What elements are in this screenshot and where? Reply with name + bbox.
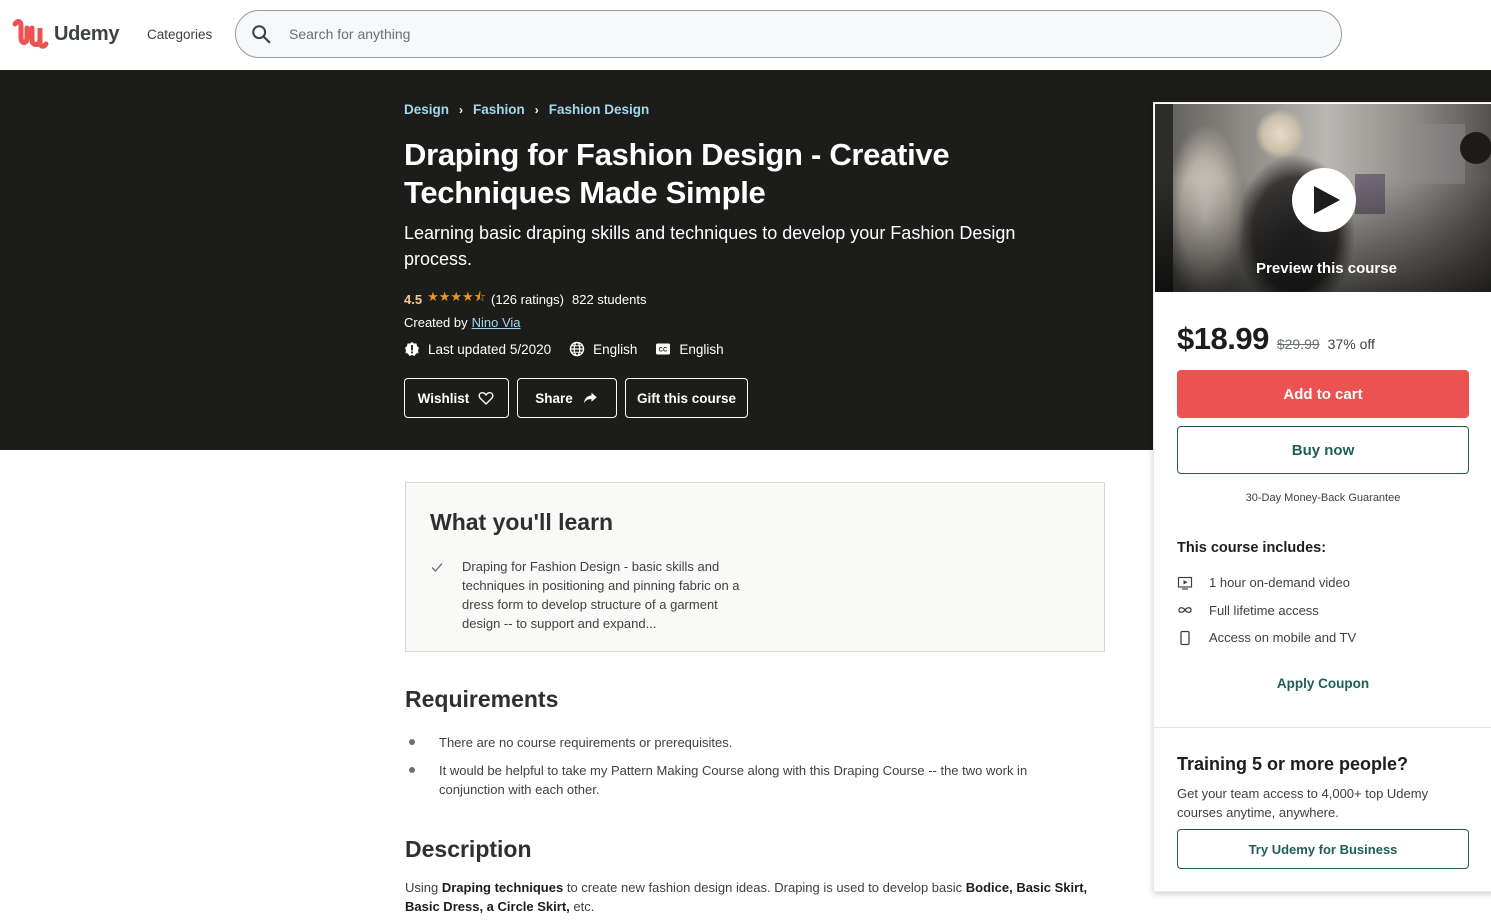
last-updated: Last updated 5/2020 — [404, 341, 551, 357]
requirement-text: It would be helpful to take my Pattern M… — [439, 763, 1028, 797]
description-text: Using Draping techniques to create new f… — [405, 878, 1105, 916]
globe-icon — [569, 341, 585, 357]
breadcrumb-fashion-design[interactable]: Fashion Design — [549, 102, 650, 117]
closed-captions-icon: CC — [656, 343, 671, 355]
udemy-logo[interactable]: Udemy — [12, 18, 120, 50]
chevron-right-icon: › — [534, 102, 539, 117]
requirement-text: There are no course requirements or prer… — [439, 735, 733, 750]
creator-row: Created by Nino Via — [404, 315, 521, 330]
language-text: English — [593, 341, 638, 357]
includes-item: 1 hour on-demand video — [1177, 569, 1356, 597]
alert-badge-icon — [405, 342, 419, 356]
business-title: Training 5 or more people? — [1177, 754, 1409, 774]
bullet-icon — [409, 739, 415, 745]
ratings-count-link[interactable]: (126 ratings) — [491, 292, 564, 307]
video-icon — [1177, 576, 1193, 590]
heart-icon — [478, 392, 494, 405]
star-rating-icon: ★★★★⯪ — [427, 289, 487, 304]
students-count: 822 students — [572, 291, 647, 307]
includes-text: Access on mobile and TV — [1209, 630, 1357, 646]
description-bold: Draping techniques — [441, 880, 564, 895]
course-subtitle: Learning basic draping skills and techni… — [404, 223, 1016, 269]
learn-item: Draping for Fashion Design - basic skill… — [430, 557, 747, 633]
breadcrumb-design[interactable]: Design — [404, 102, 449, 117]
breadcrumb-fashion[interactable]: Fashion — [473, 102, 525, 117]
checkmark-icon — [431, 563, 443, 572]
course-title: Draping for Fashion Design - Creative Te… — [404, 137, 950, 210]
play-icon — [1313, 186, 1340, 214]
requirements-title: Requirements — [405, 686, 559, 712]
what-youll-learn: What you'll learn Draping for Fashion De… — [405, 482, 1105, 652]
gift-course-button[interactable]: Gift this course — [625, 378, 748, 418]
infinity-icon — [1178, 607, 1192, 614]
rating-row: 4.5 ★★★★⯪ (126 ratings) 822 students — [404, 288, 646, 310]
meta-row: Last updated 5/2020 English CC English — [404, 341, 742, 357]
requirement-item: There are no course requirements or prer… — [405, 733, 1105, 752]
includes-text: 1 hour on-demand video — [1209, 575, 1350, 591]
language: English — [569, 341, 637, 357]
try-udemy-business-button[interactable]: Try Udemy for Business — [1177, 829, 1469, 869]
description-part: etc. — [569, 899, 595, 914]
search-icon[interactable] — [250, 23, 272, 45]
current-price: $18.99 — [1177, 321, 1269, 356]
learn-title: What you'll learn — [430, 509, 614, 535]
money-back-guarantee: 30-Day Money-Back Guarantee — [1245, 492, 1401, 504]
price-row: $18.99 $29.99 37% off — [1177, 321, 1375, 357]
logo-text: Udemy — [54, 22, 120, 45]
top-header: Udemy Categories — [0, 0, 1491, 70]
share-label: Share — [535, 390, 573, 406]
preview-course-label: Preview this course — [1256, 260, 1397, 277]
original-price: $29.99 — [1276, 336, 1320, 352]
mobile-icon — [1180, 630, 1190, 645]
wishlist-label: Wishlist — [417, 390, 470, 406]
business-text: Get your team access to 4,000+ top Udemy… — [1177, 786, 1429, 820]
discount-percent: 37% off — [1327, 336, 1375, 352]
description-part: Using — [405, 880, 442, 895]
captions-text: English — [679, 341, 724, 357]
card-divider — [1154, 727, 1491, 728]
includes-text: Full lifetime access — [1209, 602, 1319, 618]
buy-now-button[interactable]: Buy now — [1177, 426, 1469, 474]
instructor-link[interactable]: Nino Via — [472, 315, 521, 330]
udemy-logo-icon — [12, 19, 49, 49]
bullet-icon — [409, 767, 415, 773]
includes-list: 1 hour on-demand video Full lifetime acc… — [1177, 569, 1356, 652]
learn-item-text: Draping for Fashion Design - basic skill… — [462, 559, 740, 631]
search-input[interactable] — [289, 26, 1289, 42]
action-buttons: Wishlist Share Gift this course — [404, 378, 756, 418]
description-part: to create new fashion design ideas. Drap… — [563, 880, 966, 895]
requirements-list: There are no course requirements or prer… — [405, 733, 1105, 808]
requirement-item: It would be helpful to take my Pattern M… — [405, 761, 1105, 799]
last-updated-text: Last updated 5/2020 — [428, 341, 552, 357]
categories-menu[interactable]: Categories — [147, 27, 212, 42]
created-by-label: Created by — [404, 315, 468, 330]
share-button[interactable]: Share — [517, 378, 617, 418]
includes-title: This course includes: — [1177, 540, 1327, 556]
description-title: Description — [405, 836, 532, 862]
play-button[interactable] — [1292, 168, 1356, 232]
add-to-cart-button[interactable]: Add to cart — [1177, 370, 1469, 418]
includes-item: Full lifetime access — [1177, 597, 1356, 625]
svg-text:CC: CC — [659, 348, 668, 354]
wishlist-button[interactable]: Wishlist — [404, 378, 509, 418]
breadcrumb: Design › Fashion › Fashion Design — [404, 102, 649, 117]
course-preview-video[interactable]: Preview this course — [1154, 103, 1491, 293]
chevron-right-icon: › — [459, 102, 464, 117]
search-bar[interactable] — [235, 10, 1342, 58]
captions: CC English — [655, 341, 724, 357]
share-arrow-icon — [583, 392, 597, 404]
purchase-card: Preview this course $18.99 $29.99 37% of… — [1153, 102, 1491, 892]
apply-coupon-link[interactable]: Apply Coupon — [1154, 676, 1491, 691]
rating-value: 4.5 — [404, 291, 423, 307]
includes-item: Access on mobile and TV — [1177, 624, 1356, 652]
